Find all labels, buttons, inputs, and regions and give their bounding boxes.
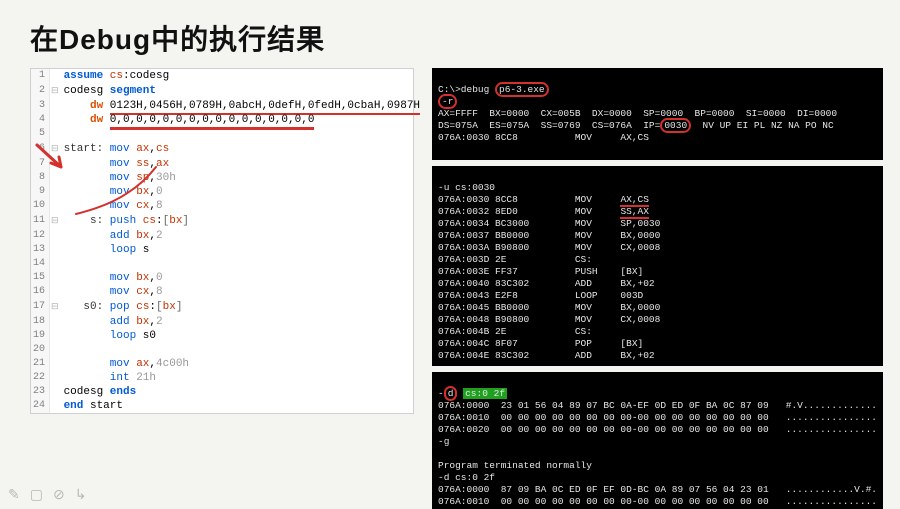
code-line: 9 mov bx,0 [31,185,424,199]
terminal-block-dump: -d cs:0 2f 076A:0000 23 01 56 04 89 07 B… [432,372,883,509]
code-line: 16 mov cx,8 [31,285,424,299]
code-table: 1assume cs:codesg2⊟codesg segment3 dw 01… [31,69,425,413]
code-line: 22 int 21h [31,371,424,385]
code-line: 18 add bx,2 [31,315,424,329]
code-line: 19 loop s0 [31,329,424,343]
code-line: 15 mov bx,0 [31,271,424,285]
code-line: 2⊟codesg segment [31,83,424,99]
terminal-column: C:\>debug p6-3.exe -r AX=FFFF BX=0000 CX… [432,68,883,509]
circle-slash-icon[interactable]: ⊘ [53,486,65,503]
annotation-circle-ip: 0030 [660,118,691,133]
code-line: 12 add bx,2 [31,229,424,243]
code-line: 21 mov ax,4c00h [31,357,424,371]
code-line: 1assume cs:codesg [31,69,424,83]
code-line: 11⊟ s: push cs:[bx] [31,213,424,229]
square-icon[interactable]: ▢ [30,486,43,503]
code-line: 3 dw 0123H,0456H,0789H,0abcH,0defH,0fedH… [31,99,424,113]
footer-toolbar: ✎ ▢ ⊘ ↳ [8,486,86,503]
code-line: 13 loop s [31,243,424,257]
slide-content: 1assume cs:codesg2⊟codesg segment3 dw 01… [30,68,870,509]
slide-title: 在Debug中的执行结果 [30,18,870,58]
code-line: 17⊟ s0: pop cs:[bx] [31,299,424,315]
terminal-block-disasm: -u cs:0030 076A:0030 8CC8 MOV AX,CS 076A… [432,166,883,366]
code-line: 10 mov cx,8 [31,199,424,213]
annotation-circle-exe: p6-3.exe [495,82,549,97]
code-line: 24end start [31,399,424,413]
annotation-circle-cmd: -r [438,94,457,109]
redo-icon[interactable]: ↳ [75,486,87,503]
code-editor-panel: 1assume cs:codesg2⊟codesg segment3 dw 01… [30,68,414,414]
code-line: 23codesg ends [31,385,424,399]
pencil-icon[interactable]: ✎ [8,486,20,503]
code-line: 4 dw 0,0,0,0,0,0,0,0,0,0,0,0,0,0,0,0 [31,113,424,127]
code-line: 6⊟start: mov ax,cs [31,141,424,157]
code-line: 8 mov sp,30h [31,171,424,185]
code-line: 20 [31,343,424,357]
annotation-circle-d: d [444,386,458,401]
terminal-block-registers: C:\>debug p6-3.exe -r AX=FFFF BX=0000 CX… [432,68,883,160]
annotation-green-highlight: cs:0 2f [463,388,507,399]
code-line: 14 [31,257,424,271]
code-line: 7 mov ss,ax [31,157,424,171]
